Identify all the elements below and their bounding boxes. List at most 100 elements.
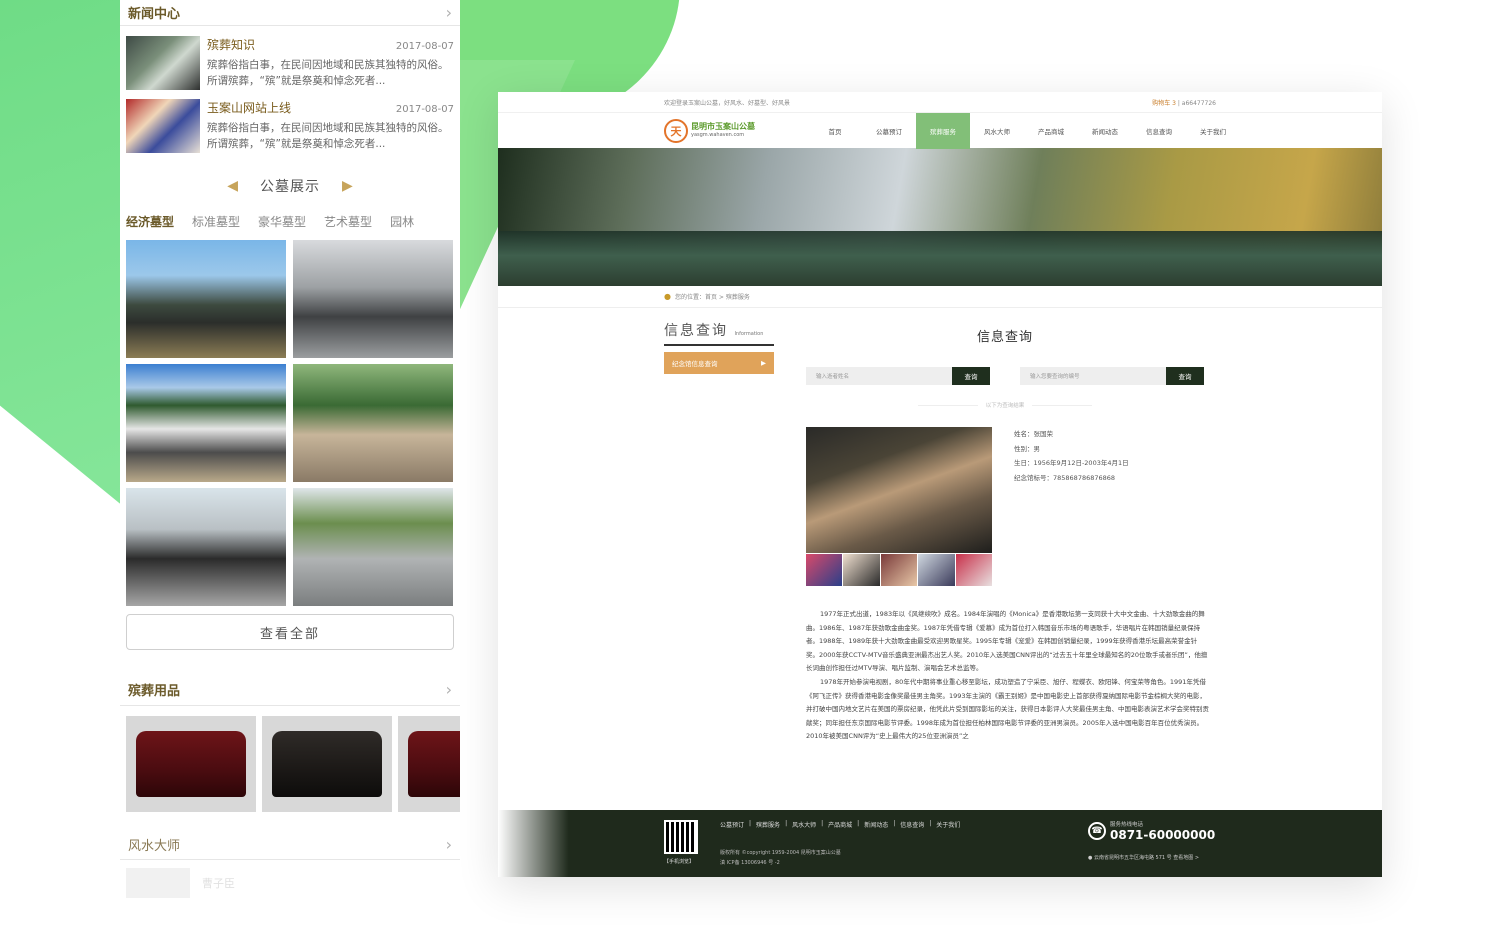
main-content: 信息查询 Information 纪念馆信息查询 ▶ 信息查询 输入逝者姓名 查… (498, 308, 1382, 810)
photo-thumbnail[interactable] (955, 554, 993, 586)
nav-fengshui[interactable]: 风水大师 (970, 113, 1024, 149)
number-search-button[interactable]: 查询 (1166, 367, 1204, 385)
info-name: 姓名：张国荣 (1014, 430, 1053, 438)
footer-sep: | (749, 820, 752, 827)
photo-thumbnail[interactable] (843, 554, 880, 586)
tab-art[interactable]: 艺术墓型 (324, 213, 372, 230)
fengshui-item[interactable]: 曹子臣 (126, 868, 454, 898)
grave-image[interactable] (293, 364, 453, 482)
hotline-number[interactable]: 0871-60000000 (1110, 828, 1215, 842)
footer-link-news[interactable]: 新闻动态 (864, 820, 888, 829)
sidebar-title-text: 信息查询 (664, 323, 728, 339)
footer-link-query[interactable]: 信息查询 (900, 820, 924, 829)
memorial-query-label: 纪念馆信息查询 (672, 360, 718, 368)
nav-home[interactable]: 首页 (808, 113, 862, 149)
cart-link[interactable]: 购物车 3 (1152, 100, 1176, 107)
grave-image[interactable] (126, 240, 286, 358)
grave-image[interactable] (293, 488, 453, 606)
products-section-header[interactable]: 殡葬用品 › (120, 674, 460, 706)
nav-booking[interactable]: 公墓预订 (862, 113, 916, 149)
news-desc: 殡葬俗指白事，在民间因地域和民族其独特的风俗。所谓殡葬，“殡”就是祭奠和悼念死者… (207, 122, 449, 150)
cemetery-carousel-header: ◀ 公墓展示 ▶ (120, 166, 460, 206)
tab-luxury[interactable]: 豪华墓型 (258, 213, 306, 230)
sidebar: 信息查询 Information 纪念馆信息查询 ▶ (664, 320, 774, 374)
nav-news[interactable]: 新闻动态 (1078, 113, 1132, 149)
footer-link-fengshui[interactable]: 风水大师 (792, 820, 816, 829)
person-photo (806, 427, 992, 553)
view-all-button[interactable]: 查看全部 (126, 614, 454, 650)
arrow-right-icon[interactable]: ▶ (342, 178, 353, 194)
footer-address: ● 云南省昆明市五华区海屯路 571 号 查看地图 > (1088, 854, 1199, 861)
number-search-input[interactable]: 输入您要查询的编号 (1020, 367, 1166, 385)
news-date: 2017-08-07 (395, 41, 454, 52)
chevron-right-icon[interactable]: › (446, 680, 452, 699)
welcome-text: 欢迎登录玉案山公墓，好风水、好墓型、好风景 (664, 99, 791, 107)
tab-economy[interactable]: 经济墓型 (126, 213, 174, 230)
desktop-screen: 欢迎登录玉案山公墓，好风水、好墓型、好风景 购物车 3 | a66477726 … (498, 92, 1382, 877)
product-image[interactable] (398, 716, 460, 812)
nav-shop[interactable]: 产品商城 (1024, 113, 1078, 149)
site-footer: 【手机浏览】 公墓预订 | 殡葬服务 | 风水大师 | 产品商城 | 新闻动态 … (498, 810, 1382, 877)
location-pin-icon: ● (664, 292, 671, 301)
nav-funeral-service[interactable]: 殡葬服务 (916, 112, 970, 149)
footer-sep: | (821, 820, 824, 827)
breadcrumb: ● 您的位置：首页 > 殡葬服务 (498, 286, 1382, 308)
footer-link-about[interactable]: 关于我们 (936, 820, 960, 829)
arrow-left-icon[interactable]: ◀ (227, 178, 238, 194)
tab-standard[interactable]: 标准墓型 (192, 213, 240, 230)
chevron-right-icon[interactable]: › (446, 835, 452, 854)
news-section-title: 新闻中心 (128, 7, 181, 22)
nav-query[interactable]: 信息查询 (1132, 113, 1186, 149)
name-search-button[interactable]: 查询 (952, 367, 990, 385)
news-title: 玉案山网站上线 (207, 101, 292, 115)
site-logo[interactable]: 天 昆明市玉案山公墓 yasgm.wahaven.com (664, 117, 764, 145)
grave-image[interactable] (293, 240, 453, 358)
info-memorial-no: 纪念馆标号：785868786876868 (1014, 473, 1116, 482)
memorial-query-button[interactable]: 纪念馆信息查询 ▶ (664, 352, 774, 374)
coffin-image (136, 731, 246, 797)
footer-link-shop[interactable]: 产品商城 (828, 820, 852, 829)
news-date: 2017-08-07 (395, 104, 454, 115)
tab-garden[interactable]: 园林 (390, 213, 414, 230)
top-bar: 欢迎登录玉案山公墓，好风水、好墓型、好风景 购物车 3 | a66477726 (498, 92, 1382, 112)
copyright-line: 版权所有 ©copyright 1959-2004 昆明市玉案山公墓 (720, 850, 841, 856)
qr-code (664, 820, 698, 854)
footer-link-service[interactable]: 殡葬服务 (756, 820, 780, 829)
photo-thumbnail[interactable] (880, 554, 918, 586)
hotline-label: 服务热线电话 (1110, 822, 1144, 828)
grave-type-tabs: 经济墓型 标准墓型 豪华墓型 艺术墓型 园林 (120, 206, 460, 236)
chevron-right-icon[interactable]: › (446, 3, 452, 22)
photo-thumbnail[interactable] (806, 554, 843, 586)
footer-link-booking[interactable]: 公墓预订 (720, 820, 744, 829)
product-image[interactable] (126, 716, 256, 812)
mobile-screen: 新闻中心 › 殡葬知识 2017-08-07 殡葬俗指白事，在民间因地域和民族其… (120, 0, 460, 931)
news-item[interactable]: 殡葬知识 2017-08-07 殡葬俗指白事，在民间因地域和民族其独特的风俗。所… (120, 26, 460, 90)
breadcrumb-text[interactable]: 您的位置：首页 > 殡葬服务 (675, 292, 750, 301)
product-image[interactable] (262, 716, 392, 812)
sidebar-title: 信息查询 Information (664, 320, 774, 346)
grave-image[interactable] (126, 488, 286, 606)
address-text[interactable]: 云南省昆明市五华区海屯路 571 号 查看地图 > (1094, 855, 1199, 861)
news-desc: 殡葬俗指白事，在民间因地域和民族其独特的风俗。所谓殡葬，“殡”就是祭奠和悼念死者… (207, 59, 449, 87)
result-person: 姓名：张国荣 性别：男 生日：1956年9月12日-2003年4月1日 纪念馆标… (806, 427, 1204, 586)
info-gender: 性别：男 (1014, 444, 1040, 453)
nav-about[interactable]: 关于我们 (1186, 113, 1240, 149)
top-phone: a66477726 (1181, 99, 1216, 107)
grave-image[interactable] (126, 364, 286, 482)
footer-sep: | (893, 820, 896, 827)
name-search-input[interactable]: 输入逝者姓名 (806, 367, 952, 385)
hero-banner (498, 148, 1382, 286)
icp-line: 滇 ICP备 13006946 号 -2 (720, 860, 780, 866)
copyright: 版权所有 ©copyright 1959-2004 昆明市玉案山公墓 滇 ICP… (720, 848, 841, 868)
footer-sep: | (857, 820, 860, 827)
photo-thumbnail[interactable] (918, 554, 955, 586)
query-content: 信息查询 输入逝者姓名 查询 输入您要查询的编号 查询 以下为查询结果 姓名：张… (806, 326, 1209, 744)
background-shape (0, 0, 140, 520)
news-thumbnail (126, 36, 200, 90)
news-section-header[interactable]: 新闻中心 › (120, 0, 460, 26)
fengshui-section-header[interactable]: 风水大师 › (120, 830, 460, 860)
footer-sep: | (929, 820, 932, 827)
news-item[interactable]: 玉案山网站上线 2017-08-07 殡葬俗指白事，在民间因地域和民族其独特的风… (120, 89, 460, 153)
fengshui-thumbnail (126, 868, 190, 898)
qr-label: 【手机浏览】 (664, 859, 695, 865)
